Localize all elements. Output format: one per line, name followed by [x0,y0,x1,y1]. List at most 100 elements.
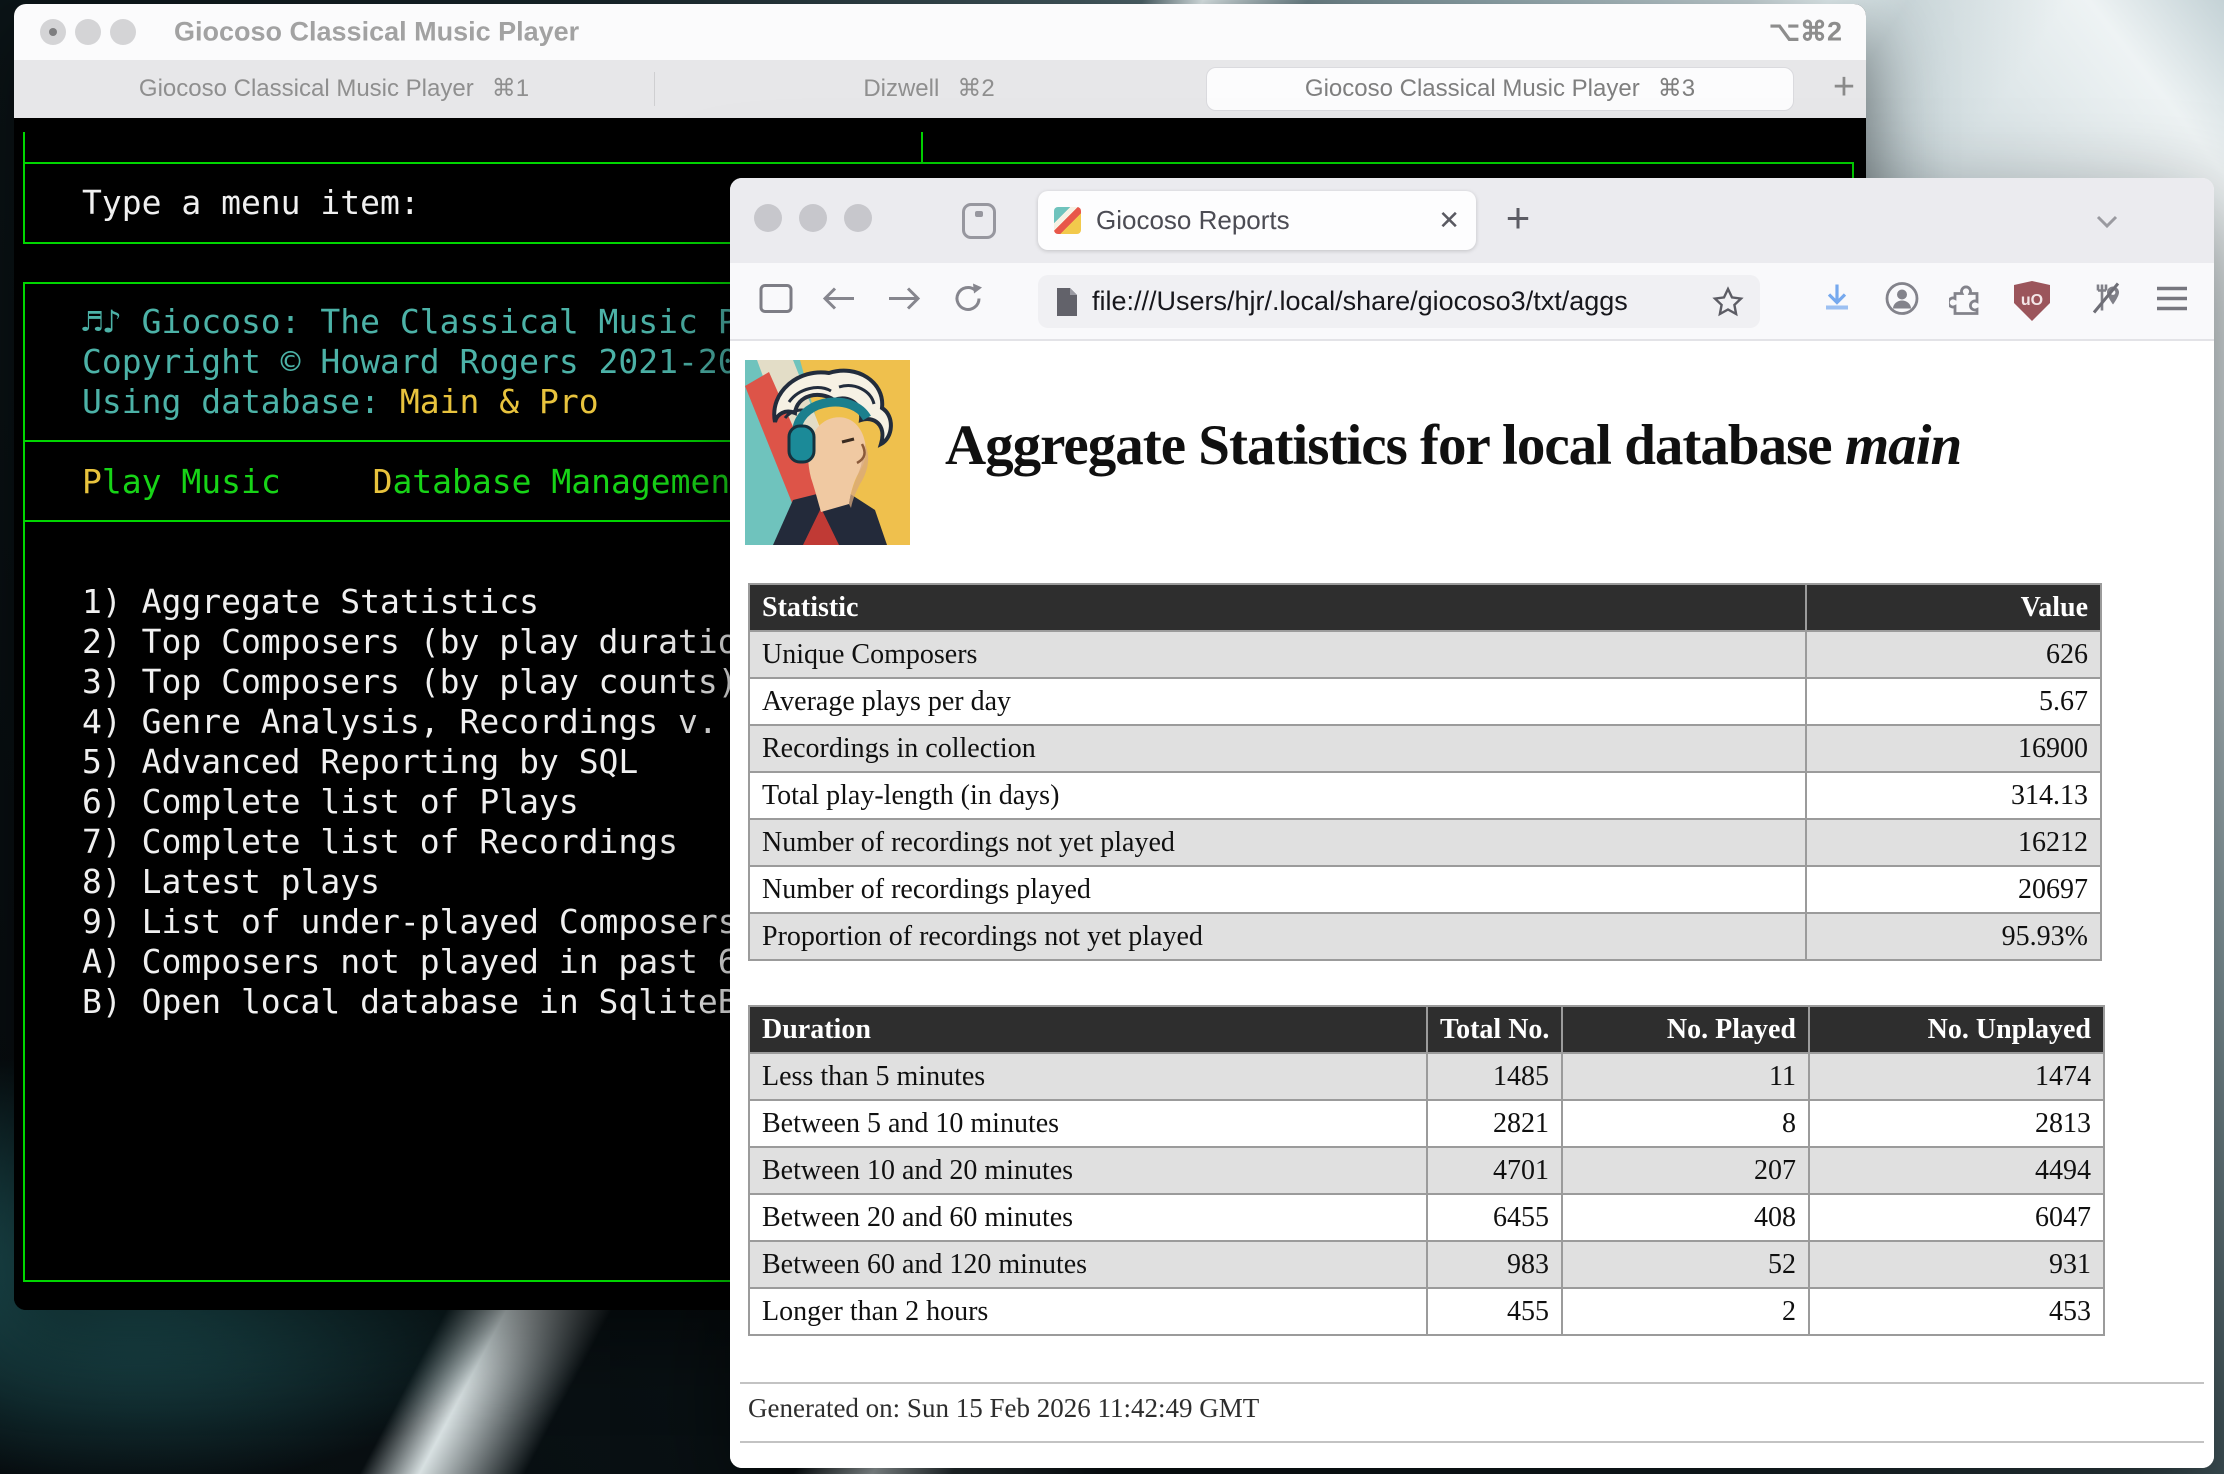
table-cell: 16900 [1806,725,2101,772]
table-cell: 20697 [1806,866,2101,913]
database-line: Using database: Main & Pro [82,382,599,422]
minimize-button[interactable] [799,204,827,232]
table-cell: Average plays per day [749,678,1806,725]
column-header: No. Played [1562,1006,1809,1053]
menu-tab-database-management[interactable]: Database Management [373,462,751,501]
table-cell: 8 [1562,1100,1809,1147]
tab-close-icon[interactable]: ✕ [1438,205,1460,236]
firefox-view-icon[interactable] [962,203,996,239]
copyright-line: Copyright © Howard Rogers 2021-2026 [82,342,777,382]
menu-tab-label: lay Music [102,462,281,501]
table-cell: Between 5 and 10 minutes [749,1100,1427,1147]
table-cell: Between 60 and 120 minutes [749,1241,1427,1288]
report-page: Aggregate Statistics for local database … [730,341,2214,1468]
terminal-tab-1[interactable]: Giocoso Classical Music Player⌘1 [14,60,654,118]
downloads-icon[interactable] [1820,282,1854,321]
divider [740,1441,2204,1443]
tui-border-fragment [921,132,923,164]
url-text[interactable]: file:///Users/hjr/.local/share/giocoso3/… [1092,286,1712,317]
close-button[interactable] [754,204,782,232]
tab-label: Giocoso Classical Music Player [1305,75,1640,102]
menu-item[interactable]: 3) Top Composers (by play counts) [82,662,738,702]
menu-item[interactable]: 2) Top Composers (by play durations) [82,622,797,662]
table-row: Number of recordings played20697 [749,866,2101,913]
bookmark-star-icon[interactable] [1712,286,1744,318]
table-cell: Recordings in collection [749,725,1806,772]
zoom-button[interactable] [844,204,872,232]
account-icon[interactable] [1884,281,1920,322]
zoom-button[interactable] [110,19,136,45]
favicon [1054,207,1081,234]
report-title: Aggregate Statistics for local database … [945,413,1961,478]
url-bar[interactable]: file:///Users/hjr/.local/share/giocoso3/… [1038,275,1760,328]
table-row: Number of recordings not yet played16212 [749,819,2101,866]
table-cell: 983 [1427,1241,1562,1288]
menu-tab-play-music[interactable]: Play Music [82,462,281,501]
browser-new-tab-button[interactable]: + [1492,178,1544,263]
browser-window: Giocoso Reports ✕ + file:///Users/hjr/.l… [730,178,2214,1468]
table-cell: 626 [1806,631,2101,678]
database-label: Using database: [82,382,400,421]
tab-label: Dizwell [863,75,939,102]
stats-table: StatisticValueUnique Composers626Average… [748,583,2102,961]
close-button[interactable] [40,19,66,45]
table-cell: 6047 [1809,1194,2104,1241]
ublock-shield-icon[interactable]: uO [2014,281,2050,321]
table-cell: 4701 [1427,1147,1562,1194]
minimize-button[interactable] [75,19,101,45]
tab-list-chevron-icon[interactable] [2088,202,2126,245]
terminal-window-title: Giocoso Classical Music Player [174,17,579,48]
sidebar-toggle-icon[interactable] [759,284,793,319]
extensions-puzzle-icon[interactable] [1949,282,1983,321]
table-row: Less than 5 minutes1485111474 [749,1053,2104,1100]
menu-item[interactable]: 9) List of under-played Composers [82,902,738,942]
table-cell: 6455 [1427,1194,1562,1241]
menu-item[interactable]: A) Composers not played in past 60 d [82,942,797,982]
menu-item[interactable]: B) Open local database in SqliteBrow [82,982,797,1022]
duration-table: DurationTotal No.No. PlayedNo. UnplayedL… [748,1005,2105,1336]
terminal-tab-2[interactable]: Dizwell⌘2 [654,60,1204,118]
terminal-new-tab-button[interactable]: + [1816,60,1866,118]
table-cell: Between 10 and 20 minutes [749,1147,1427,1194]
table-row: Average plays per day5.67 [749,678,2101,725]
menu-item[interactable]: 8) Latest plays [82,862,380,902]
menu-item[interactable]: 1) Aggregate Statistics [82,582,539,622]
table-cell: 5.67 [1806,678,2101,725]
table-header-row: StatisticValue [749,584,2101,631]
hotkey-letter: D [373,462,393,501]
back-icon[interactable] [821,284,857,319]
table-cell: 2821 [1427,1100,1562,1147]
menu-item[interactable]: 5) Advanced Reporting by SQL [82,742,638,782]
table-cell: 2 [1562,1288,1809,1335]
terminal-titlebar[interactable]: Giocoso Classical Music Player ⌥⌘2 [14,4,1866,60]
table-cell: 1474 [1809,1053,2104,1100]
report-title-db-name: main [1845,414,1961,477]
table-cell: Less than 5 minutes [749,1053,1427,1100]
menu-hamburger-icon[interactable] [2155,285,2189,318]
browser-toolbar: file:///Users/hjr/.local/share/giocoso3/… [730,263,2214,341]
terminal-tab-3-active[interactable]: Giocoso Classical Music Player ⌘3 [1206,67,1794,111]
table-cell: 408 [1562,1194,1809,1241]
menu-tab-label: atabase Management [392,462,750,501]
terminal-prompt: Type a menu item: [82,183,420,223]
page-icon [1054,287,1080,317]
browser-tab-active[interactable]: Giocoso Reports ✕ [1038,191,1476,250]
table-row: Total play-length (in days)314.13 [749,772,2101,819]
table-row: Between 20 and 60 minutes64554086047 [749,1194,2104,1241]
forward-icon[interactable] [886,284,922,319]
table-cell: 4494 [1809,1147,2104,1194]
table-cell: Number of recordings played [749,866,1806,913]
column-header: Total No. [1427,1006,1562,1053]
table-row: Between 60 and 120 minutes98352931 [749,1241,2104,1288]
table-cell: 453 [1809,1288,2104,1335]
menu-item[interactable]: 7) Complete list of Recordings [82,822,678,862]
terminal-tabstrip: Giocoso Classical Music Player⌘1 Dizwell… [14,60,1866,118]
menu-item[interactable]: 4) Genre Analysis, Recordings v. Pla [82,702,797,742]
location-pin-slash-icon[interactable] [2088,281,2124,322]
tab-shortcut: ⌘3 [1658,75,1695,102]
column-header: Duration [749,1006,1427,1053]
table-cell: Total play-length (in days) [749,772,1806,819]
reload-icon[interactable] [951,282,985,321]
menu-item[interactable]: 6) Complete list of Plays [82,782,579,822]
browser-tabstrip: Giocoso Reports ✕ + [730,178,2214,263]
